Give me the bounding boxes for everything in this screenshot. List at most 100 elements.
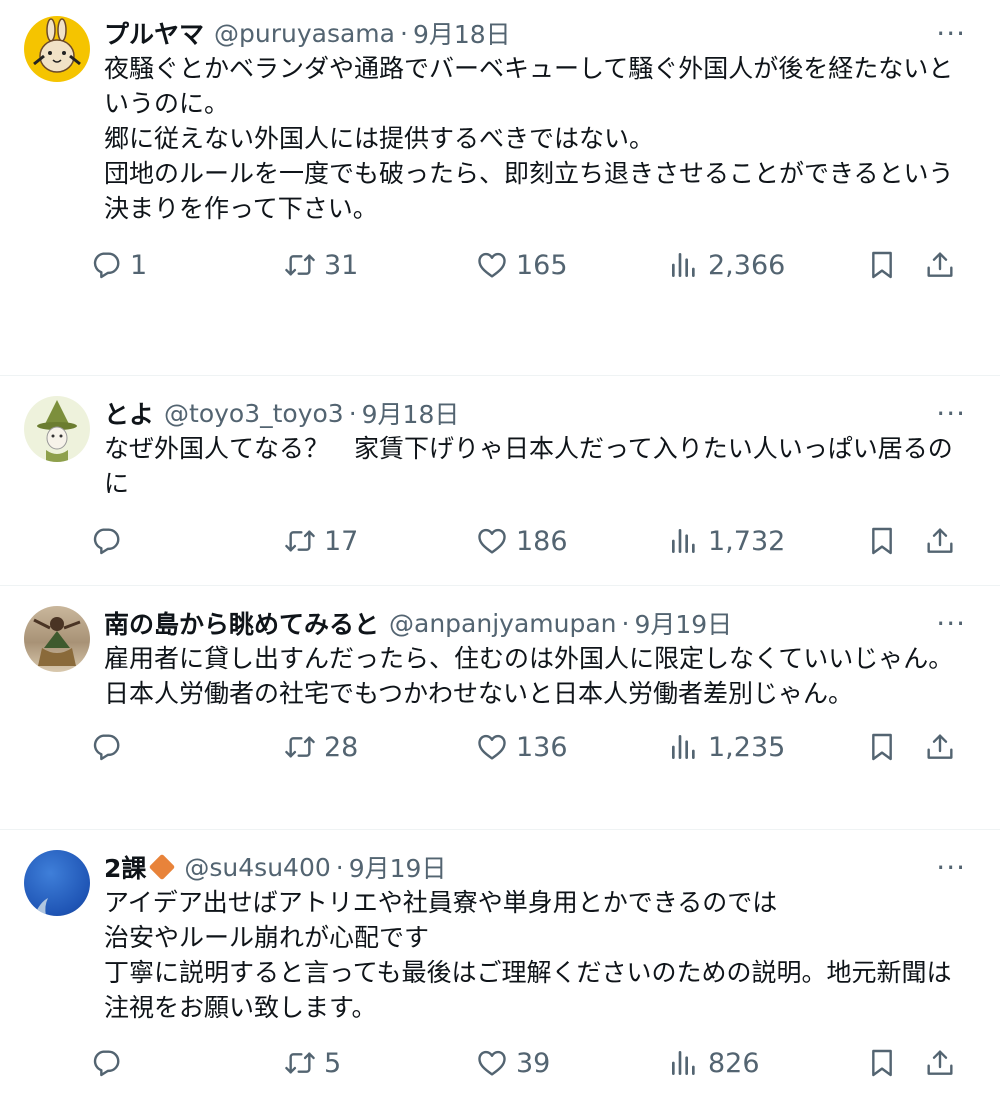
tweet-text-line: 雇用者に貸し出すんだったら、住むのは外国人に限定しなくていいじゃん。 xyxy=(104,644,954,673)
tweet[interactable]: ··· とよ @toyo3_toyo3 · 9月18日 なぜ外国人てなる？ 家賃… xyxy=(0,376,1000,586)
tweet[interactable]: ··· 2課 @su4su400 · 9月19日 アイデア出せばアトリエや社員寮… xyxy=(0,830,1000,1098)
display-name[interactable]: プルヤマ xyxy=(104,15,204,51)
like-button[interactable]: 39 xyxy=(476,1041,550,1085)
tweet-text-line: アイデア出せばアトリエや社員寮や単身用とかできるのでは xyxy=(104,888,778,917)
view-count: 1,235 xyxy=(708,731,786,763)
tweet-text-line: 治安やルール崩れが心配です xyxy=(104,923,430,952)
share-icon xyxy=(924,731,956,763)
like-count: 39 xyxy=(516,1047,551,1079)
more-options-icon[interactable]: ··· xyxy=(936,854,966,882)
reply-button[interactable] xyxy=(90,725,130,769)
reply-button[interactable]: 1 xyxy=(90,243,147,287)
reply-icon xyxy=(90,1047,122,1079)
display-name[interactable]: 南の島から眺めてみると xyxy=(104,605,379,641)
views-button[interactable]: 1,235 xyxy=(668,725,785,769)
bookmark-icon xyxy=(866,731,898,763)
reply-icon xyxy=(90,731,122,763)
tweet-actions: 28 136 1,235 xyxy=(90,725,964,769)
tweet-date[interactable]: 9月19日 xyxy=(349,849,447,885)
bar-chart-icon xyxy=(668,249,700,281)
orange-diamond-icon xyxy=(149,853,176,881)
tweet-actions: 5 39 826 xyxy=(90,1041,964,1085)
tweet-date[interactable]: 9月18日 xyxy=(362,395,460,431)
reply-feed: ··· プルヤマ @puruyasama · 9月18日 夜騒ぐとかベランダや通… xyxy=(0,0,1000,1098)
bookmark-button[interactable] xyxy=(866,243,898,287)
share-button[interactable] xyxy=(924,243,956,287)
retweet-icon xyxy=(284,731,316,763)
reply-icon xyxy=(90,525,122,557)
share-icon xyxy=(924,249,956,281)
separator-dot: · xyxy=(335,852,344,882)
retweet-icon xyxy=(284,525,316,557)
bookmark-button[interactable] xyxy=(866,1041,898,1085)
tweet[interactable]: ··· プルヤマ @puruyasama · 9月18日 夜騒ぐとかベランダや通… xyxy=(0,0,1000,376)
retweet-button[interactable]: 31 xyxy=(284,243,358,287)
snufkin-character-avatar[interactable] xyxy=(24,396,90,462)
user-handle[interactable]: @toyo3_toyo3 xyxy=(164,399,344,428)
tweet-date[interactable]: 9月19日 xyxy=(634,605,732,641)
more-options-icon[interactable]: ··· xyxy=(936,20,966,48)
views-button[interactable]: 826 xyxy=(668,1041,760,1085)
separator-dot: · xyxy=(400,18,408,48)
bar-chart-icon xyxy=(668,1047,700,1079)
view-count: 826 xyxy=(708,1047,760,1079)
like-count: 186 xyxy=(516,525,568,557)
rabbit-character-avatar[interactable] xyxy=(24,16,90,82)
retweet-count: 17 xyxy=(324,525,359,557)
tweet[interactable]: ··· 南の島から眺めてみると @anpanjyamupan · 9月19日 雇… xyxy=(0,586,1000,830)
share-button[interactable] xyxy=(924,725,956,769)
retweet-count: 5 xyxy=(324,1047,342,1079)
reply-icon xyxy=(90,249,122,281)
beach-dancer-avatar[interactable] xyxy=(24,606,90,672)
heart-icon xyxy=(476,249,508,281)
like-button[interactable]: 186 xyxy=(476,519,568,563)
tweet-text: なぜ外国人てなる？ 家賃下げりゃ日本人だって入りたい人いっぱい居るのに xyxy=(104,431,964,501)
share-icon xyxy=(924,525,956,557)
bookmark-button[interactable] xyxy=(866,725,898,769)
bookmark-button[interactable] xyxy=(866,519,898,563)
user-handle[interactable]: @puruyasama xyxy=(214,19,395,48)
separator-dot: · xyxy=(621,608,630,638)
share-icon xyxy=(924,1047,956,1079)
retweet-button[interactable]: 17 xyxy=(284,519,358,563)
bookmark-icon xyxy=(866,249,898,281)
view-count: 2,366 xyxy=(708,249,786,281)
heart-icon xyxy=(476,731,508,763)
tweet-text-line: 日本人労働者の社宅でもつかわせないと日本人労働者差別じゃん。 xyxy=(104,679,854,708)
like-button[interactable]: 136 xyxy=(476,725,568,769)
retweet-button[interactable]: 5 xyxy=(284,1041,341,1085)
retweet-count: 28 xyxy=(324,731,359,763)
user-handle[interactable]: @su4su400 xyxy=(184,853,330,882)
display-name[interactable]: 2課 xyxy=(104,849,146,885)
display-name[interactable]: とよ xyxy=(104,395,154,431)
like-count: 136 xyxy=(516,731,568,763)
tweet-text: 夜騒ぐとかベランダや通路でバーベキューして騒ぐ外国人が後を経たないというのに。 … xyxy=(104,51,964,226)
view-count: 1,732 xyxy=(708,525,786,557)
blue-sea-avatar[interactable] xyxy=(24,850,90,916)
retweet-button[interactable]: 28 xyxy=(284,725,358,769)
tweet-actions: 1 31 165 2,366 xyxy=(90,243,964,287)
more-options-icon[interactable]: ··· xyxy=(936,610,966,638)
reply-button[interactable] xyxy=(90,519,130,563)
retweet-count: 31 xyxy=(324,249,359,281)
tweet-date[interactable]: 9月18日 xyxy=(413,15,511,51)
views-button[interactable]: 1,732 xyxy=(668,519,785,563)
bookmark-icon xyxy=(866,1047,898,1079)
user-handle[interactable]: @anpanjyamupan xyxy=(389,609,617,638)
share-button[interactable] xyxy=(924,519,956,563)
tweet-actions: 17 186 1,732 xyxy=(90,519,964,563)
bar-chart-icon xyxy=(668,731,700,763)
views-button[interactable]: 2,366 xyxy=(668,243,785,287)
more-options-icon[interactable]: ··· xyxy=(936,400,966,428)
share-button[interactable] xyxy=(924,1041,956,1085)
like-button[interactable]: 165 xyxy=(476,243,568,287)
tweet-text-line: 郷に従えない外国人には提供するべきではない。 xyxy=(104,124,655,153)
reply-count: 1 xyxy=(130,249,148,281)
tweet-text-line: なぜ外国人てなる？ 家賃下げりゃ日本人だって入りたい人いっぱい居るのに xyxy=(104,434,953,498)
heart-icon xyxy=(476,525,508,557)
tweet-text: 雇用者に貸し出すんだったら、住むのは外国人に限定しなくていいじゃん。 日本人労働… xyxy=(104,641,964,711)
retweet-icon xyxy=(284,1047,316,1079)
tweet-text-line: 団地のルールを一度でも破ったら、即刻立ち退きさせることができるという決まりを作っ… xyxy=(104,159,954,223)
reply-button[interactable] xyxy=(90,1041,130,1085)
tweet-text-line: 夜騒ぐとかベランダや通路でバーベキューして騒ぐ外国人が後を経たないというのに。 xyxy=(104,54,954,118)
